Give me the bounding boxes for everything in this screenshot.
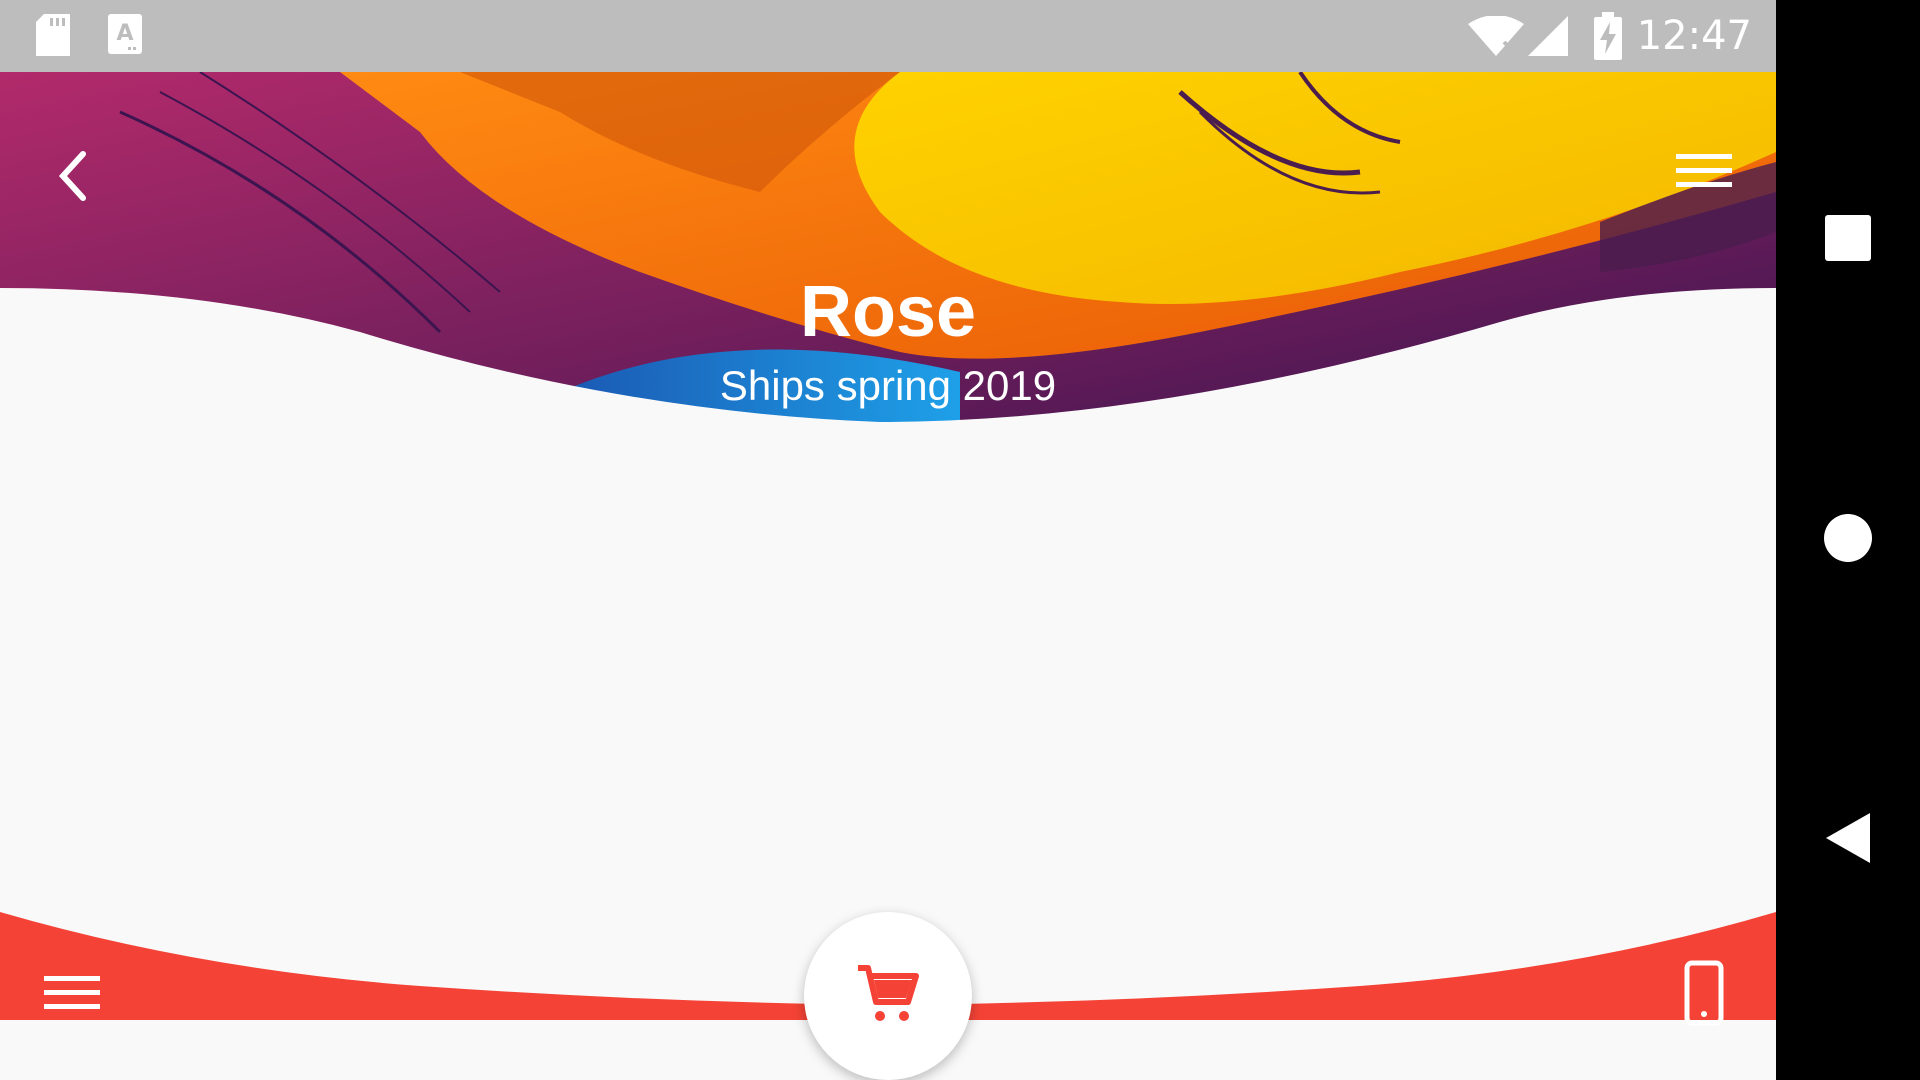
bottom-menu-button[interactable]: [44, 972, 108, 1024]
top-menu-button[interactable]: [1676, 150, 1740, 202]
home-icon: [1824, 513, 1872, 567]
hamburger-menu-icon: [44, 976, 100, 1018]
title-block: Rose Ships spring 2019: [0, 270, 1776, 412]
hamburger-menu-icon: [1676, 154, 1732, 196]
smartphone-icon: [1684, 960, 1724, 1030]
battery-charging-icon: [1594, 12, 1622, 65]
system-back-button[interactable]: [1812, 804, 1884, 876]
recent-apps-button[interactable]: [1812, 204, 1884, 276]
back-button[interactable]: [44, 138, 100, 218]
app-screen: A 12:47 Rose Ships spring 2019: [0, 0, 1776, 1080]
shopping-cart-icon: [856, 962, 920, 1031]
sd-card-icon: [36, 14, 70, 61]
device-button[interactable]: [1684, 960, 1728, 1028]
wifi-off-icon: [1468, 15, 1524, 61]
page-subtitle: Ships spring 2019: [719, 362, 1057, 409]
keyboard-a-icon: A: [108, 14, 142, 59]
cart-fab[interactable]: [804, 912, 972, 1080]
chevron-left-icon: [55, 150, 89, 207]
signal-icon: [1528, 16, 1568, 61]
home-button[interactable]: [1812, 504, 1884, 576]
system-nav-bar: [1776, 0, 1920, 1080]
recent-apps-icon: [1825, 214, 1871, 266]
status-time: 12:47: [1636, 13, 1752, 59]
page-title: Rose: [799, 272, 977, 352]
back-triangle-icon: [1826, 812, 1870, 868]
svg-text:A: A: [116, 21, 133, 46]
status-bar: A 12:47: [0, 0, 1776, 72]
